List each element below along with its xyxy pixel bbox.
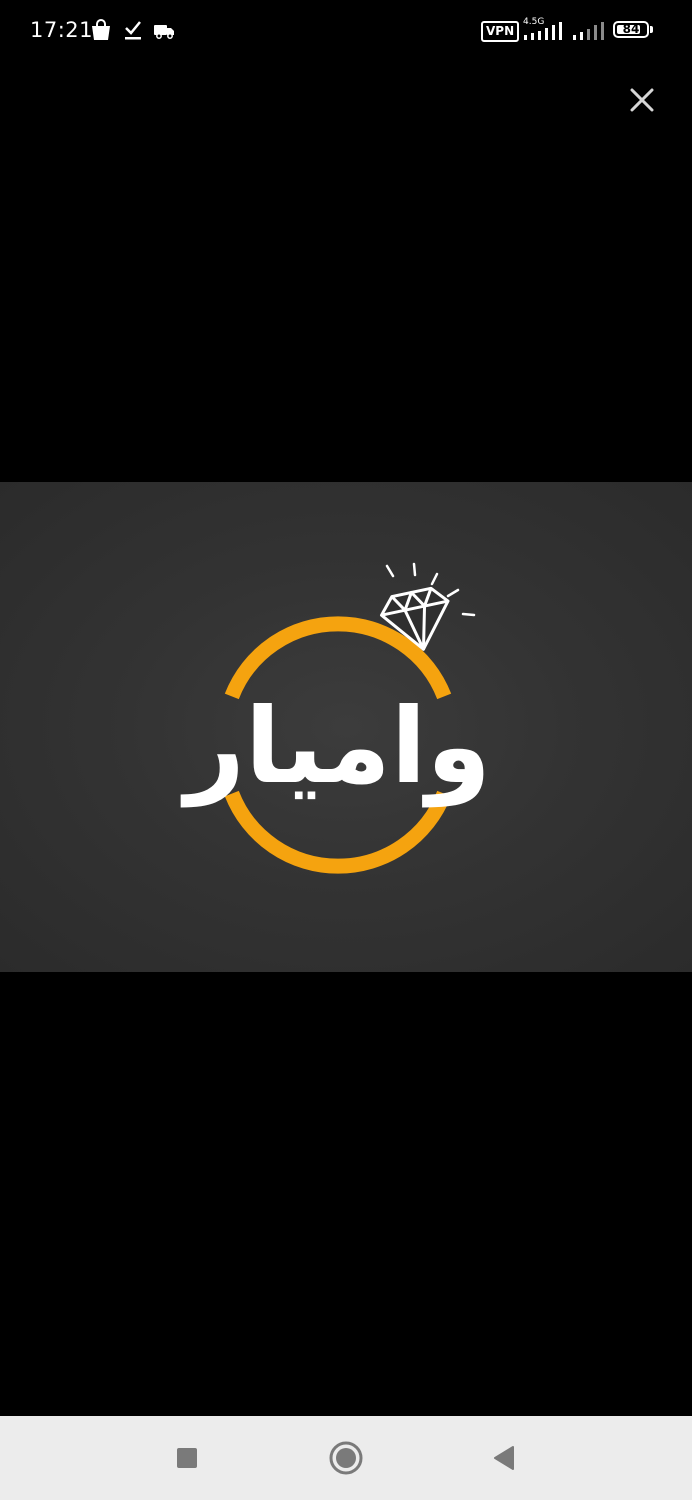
battery-icon: 84: [613, 21, 649, 38]
navigation-bar: [0, 1416, 692, 1500]
home-button[interactable]: [326, 1438, 366, 1478]
status-time: 17:21: [30, 18, 94, 42]
image-panel: وامیار: [0, 482, 692, 972]
close-button[interactable]: [618, 76, 666, 124]
close-icon: [630, 88, 654, 112]
logo-image: وامیار: [180, 562, 491, 874]
shopping-bag-icon: [90, 18, 112, 46]
back-button[interactable]: [484, 1438, 524, 1478]
truck-icon: [152, 18, 176, 46]
back-icon: [494, 1446, 514, 1470]
battery-level: 84: [622, 22, 640, 36]
vpn-badge: VPN: [481, 21, 520, 42]
download-done-icon: [123, 18, 143, 46]
image-viewer-screen: 17:21 VPN 4.5G 84 وامیار: [0, 0, 692, 1500]
logo-text: وامیار: [180, 685, 491, 808]
status-bar: 17:21 VPN 4.5G 84: [0, 0, 692, 64]
recents-button[interactable]: [167, 1438, 207, 1478]
diamond-icon: [379, 586, 450, 651]
signal-icon: [523, 20, 567, 46]
battery-cap: [650, 26, 653, 33]
recents-icon: [177, 1448, 197, 1468]
home-icon: [329, 1441, 363, 1475]
signal-icon: [572, 20, 608, 46]
